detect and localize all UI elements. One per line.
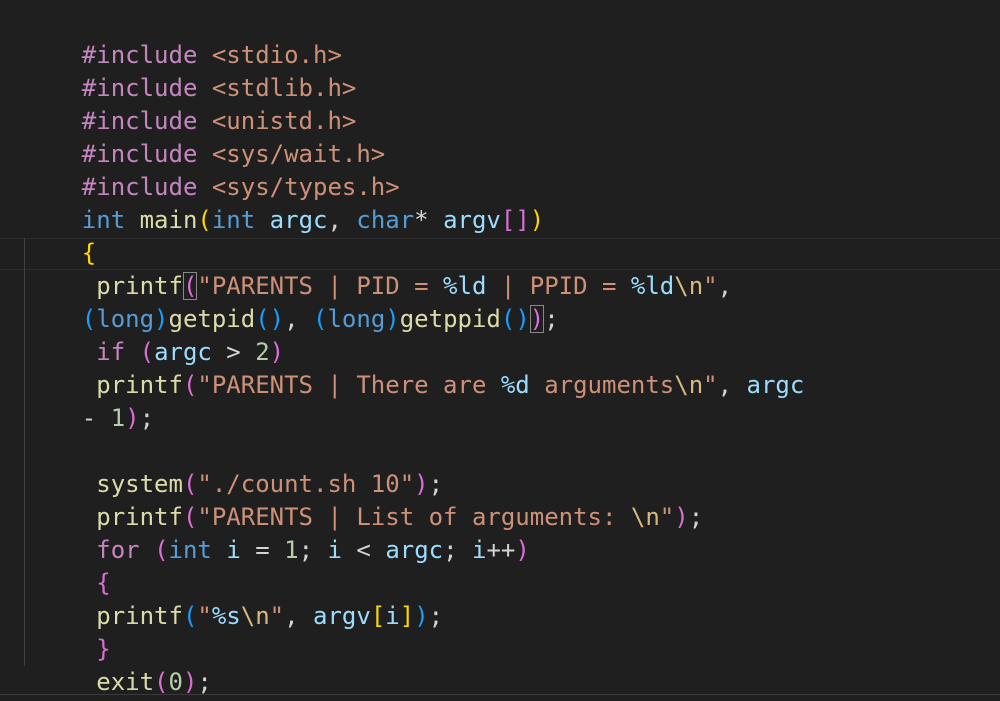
code-line-for-loop[interactable]: for (int i = 1; i < argc; i++) (24, 501, 530, 564)
code-line-for-close-brace[interactable]: } (24, 600, 110, 663)
code-line-system-call[interactable]: system("./count.sh 10"); (24, 435, 443, 498)
string-quote: " (703, 371, 718, 399)
index-variable: i (385, 602, 400, 630)
code-line-for-open-brace[interactable]: { (24, 534, 110, 597)
variable: argc (746, 371, 805, 399)
escape-sequence: \n (674, 272, 704, 300)
code-line-include-wait[interactable]: #include <sys/wait.h> (24, 105, 385, 168)
variable: argc (385, 536, 444, 564)
code-line-printf-count[interactable]: printf("PARENTS | There are %d arguments… (24, 336, 804, 399)
code-line-printf-count-cont[interactable]: - 1); (24, 369, 154, 432)
code-line-main-close-brace[interactable]: } (24, 664, 96, 701)
string-quote: " (703, 272, 718, 300)
param-name: argc (269, 206, 328, 234)
code-editor[interactable]: #include <stdio.h> #include <stdlib.h> #… (0, 0, 1000, 701)
string-quote: " (269, 602, 285, 630)
array-variable: argv (313, 602, 371, 630)
bracket-pair: [] (500, 206, 530, 234)
cast-type: long (327, 305, 386, 333)
number-literal: 1 (110, 404, 126, 432)
paren-close: ) (529, 206, 545, 234)
code-line-main-signature[interactable]: int main(int argc, char* argv[]) (24, 171, 544, 234)
code-line-printf-list[interactable]: printf("PARENTS | List of arguments: \n"… (24, 468, 703, 531)
paren-open: ( (197, 206, 212, 234)
code-line-include-stdlib[interactable]: #include <stdlib.h> (24, 39, 357, 102)
function-name: main (139, 206, 198, 234)
string-literal: arguments (529, 371, 675, 399)
code-line-printf-pid[interactable]: printf("PARENTS | PID = %ld | PPID = %ld… (24, 237, 732, 300)
paren-close-matched: ) (529, 305, 545, 333)
string-quote: " (197, 602, 212, 630)
loop-variable: i (472, 536, 487, 564)
loop-variable: i (226, 536, 241, 564)
type-keyword: int (168, 536, 212, 564)
escape-sequence: \n (240, 602, 270, 630)
format-specifier: %s (211, 602, 241, 630)
number-literal: 1 (284, 536, 299, 564)
escape-sequence: \n (674, 371, 704, 399)
param-type: int (211, 206, 256, 234)
code-line-exit[interactable]: exit(0); (24, 633, 212, 696)
loop-variable: i (327, 536, 342, 564)
function-call: exit (96, 668, 155, 696)
format-specifier: %ld (630, 272, 675, 300)
code-line-printf-pid-args[interactable]: (long)getpid(), (long)getppid()); (24, 270, 559, 333)
code-line-include-stdio[interactable]: #include <stdio.h> (24, 6, 342, 69)
string-literal: "PARENTS | There are (197, 371, 501, 399)
escape-sequence: \n (630, 503, 660, 531)
code-line-include-unistd[interactable]: #include <unistd.h> (24, 72, 357, 135)
code-line-printf-arg[interactable]: printf("%s\n", argv[i]); (24, 567, 443, 630)
code-line-include-types[interactable]: #include <sys/types.h> (24, 138, 400, 201)
number-literal: 0 (168, 668, 183, 696)
param-type: char (356, 206, 415, 234)
code-line-main-open-brace[interactable]: { (24, 204, 96, 267)
format-specifier: %d (500, 371, 530, 399)
string-quote: " (659, 503, 675, 531)
editor-bottom-border (0, 694, 1000, 695)
function-call: getppid (399, 305, 501, 333)
param-name: argv (443, 206, 501, 234)
code-line-if-argc[interactable]: if (argc > 2) (24, 303, 284, 366)
